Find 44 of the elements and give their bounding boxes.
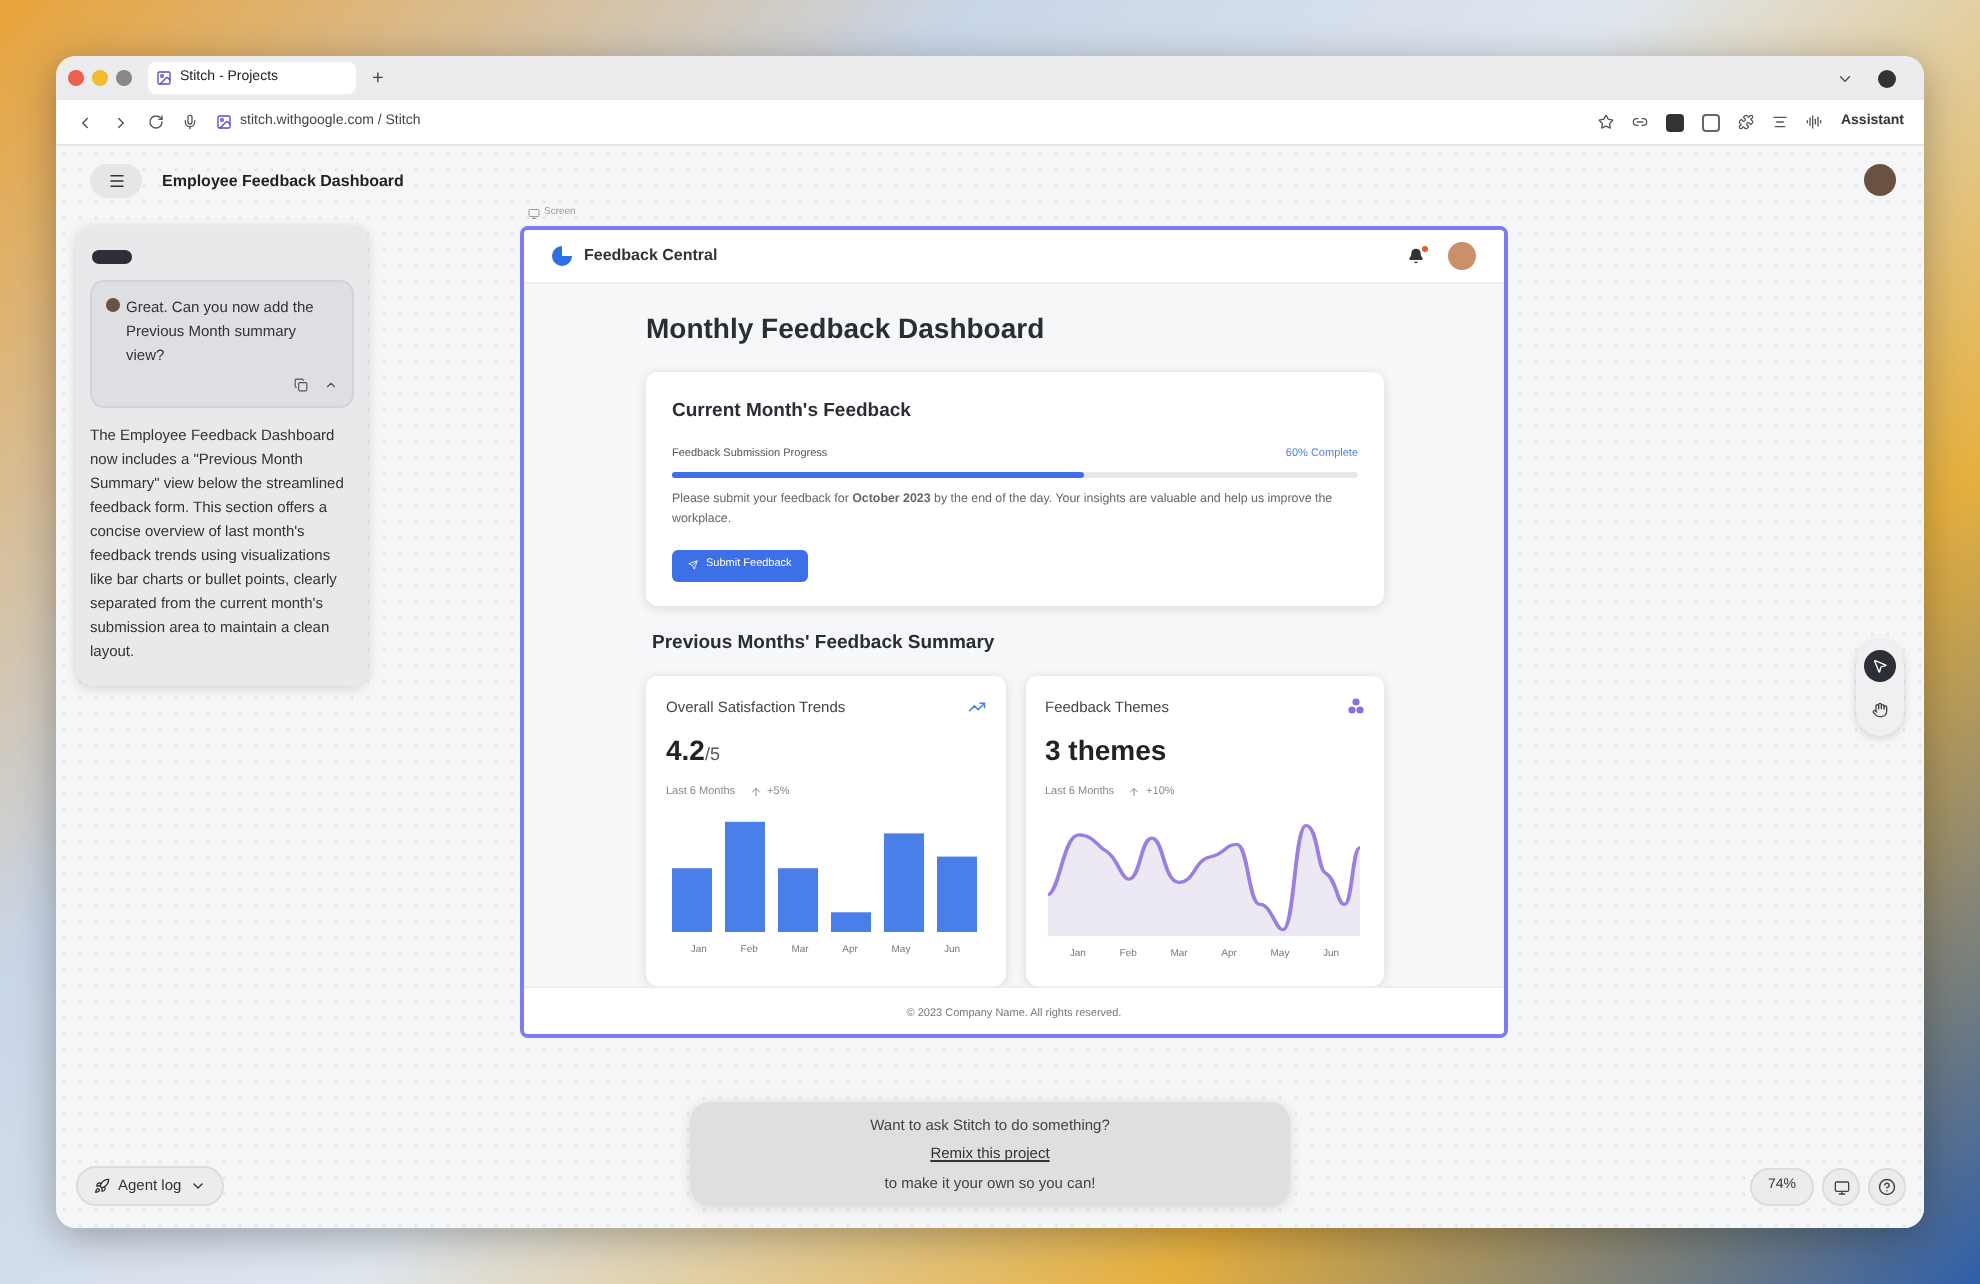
link-icon[interactable] <box>1632 114 1649 130</box>
audio-icon[interactable] <box>1806 114 1823 130</box>
up-arrow-icon <box>1128 786 1141 799</box>
send-icon <box>688 560 698 570</box>
card-title: Current Month's Feedback <box>672 398 913 426</box>
tab-favicon-icon <box>156 70 172 86</box>
caret-icon <box>189 1178 206 1194</box>
new-tab-button[interactable]: + <box>364 63 392 93</box>
forward-icon[interactable] <box>112 113 130 131</box>
brand-logo-icon <box>552 246 572 266</box>
reload-icon[interactable] <box>148 114 164 130</box>
page-title: Monthly Feedback Dashboard <box>646 310 1047 348</box>
back-icon[interactable] <box>76 113 94 131</box>
screen-icon <box>528 207 540 220</box>
metric-value: 4.2 <box>666 732 705 770</box>
profile-icon[interactable] <box>1878 69 1896 87</box>
hand-icon <box>1872 702 1888 718</box>
help-icon <box>1878 1178 1896 1196</box>
copy-icon[interactable] <box>294 378 308 392</box>
user-avatar <box>106 298 120 312</box>
project-title: Employee Feedback Dashboard <box>162 169 404 193</box>
bell-icon[interactable] <box>1408 248 1424 264</box>
menu-icon <box>107 172 125 190</box>
mic-icon[interactable] <box>182 114 198 130</box>
monitor-icon <box>1833 1179 1849 1195</box>
metric-value: 3 themes <box>1045 732 1167 770</box>
rocket-icon <box>94 1178 110 1194</box>
metric-unit: /5 <box>704 742 720 768</box>
list-icon[interactable] <box>1772 114 1789 130</box>
shapes-icon <box>1348 698 1364 715</box>
pointer-icon <box>1872 658 1888 674</box>
up-arrow-icon <box>749 786 762 799</box>
monitor-button[interactable] <box>1822 1168 1860 1206</box>
menu-button[interactable] <box>90 164 142 198</box>
trend-icon <box>967 697 985 716</box>
collapse-icon[interactable] <box>324 378 338 392</box>
section-title: Previous Months' Feedback Summary <box>652 629 997 657</box>
puzzle-icon[interactable] <box>1738 114 1755 130</box>
site-icon <box>216 114 232 130</box>
user-avatar[interactable] <box>1864 164 1896 196</box>
brand-name: Feedback Central <box>584 244 718 268</box>
help-button[interactable] <box>1868 1168 1906 1206</box>
pointer-tool-button[interactable] <box>1864 650 1896 682</box>
bookmark-star-icon[interactable] <box>1598 114 1615 130</box>
